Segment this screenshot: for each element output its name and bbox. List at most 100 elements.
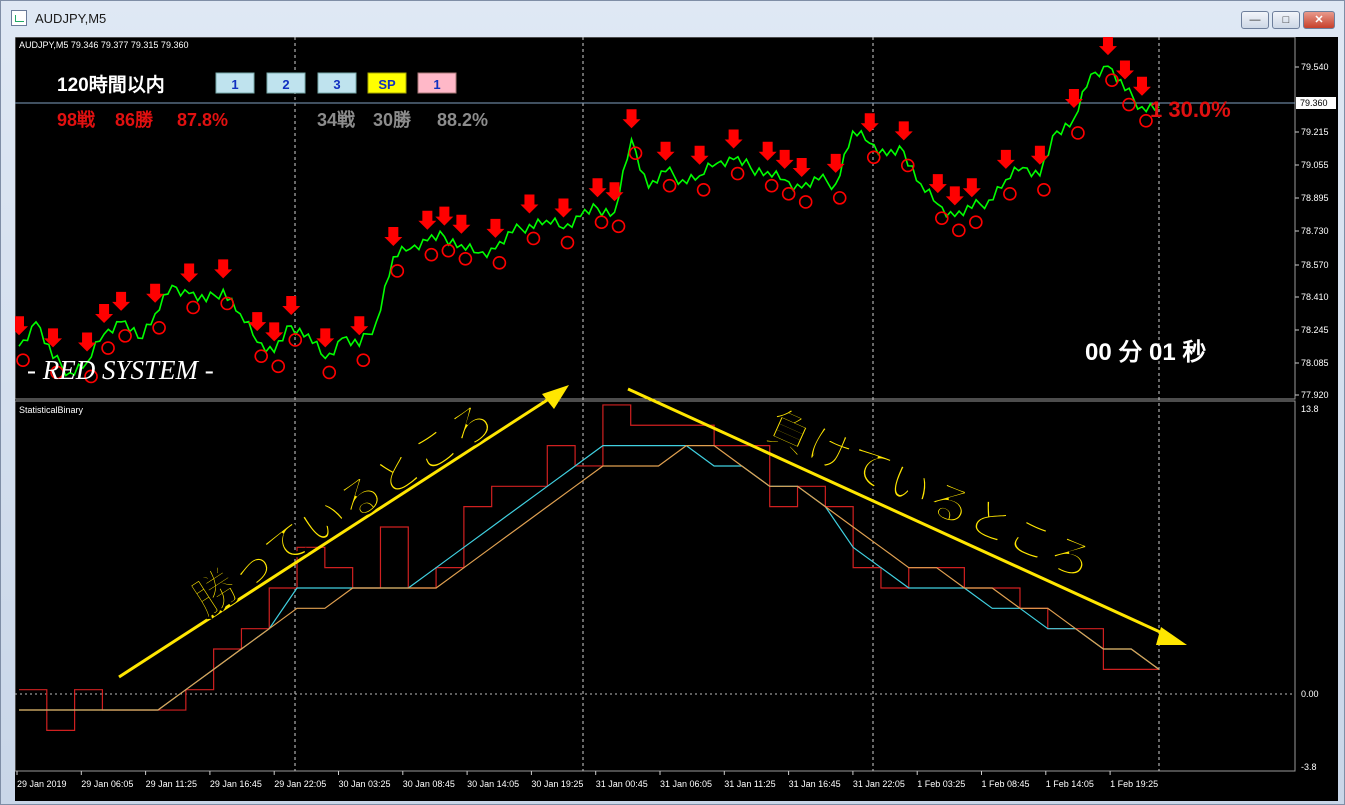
signal-arrow xyxy=(622,109,641,129)
price-tick-label: 78.085 xyxy=(1301,358,1329,368)
signal-arrow xyxy=(1030,145,1049,165)
mode-button-1[interactable]: 1 xyxy=(215,72,255,94)
stat-trades-recent: 34戦 xyxy=(317,109,356,130)
result-circle xyxy=(390,264,405,278)
indicator-series xyxy=(19,404,1160,731)
brand-label: - RED SYSTEM - xyxy=(27,355,214,385)
slow-ma-series xyxy=(19,445,1160,711)
signal-arrow xyxy=(758,141,777,161)
title-bar[interactable]: AUDJPY,M5 — □ ✕ xyxy=(1,1,1344,37)
signal-arrow xyxy=(350,316,369,336)
result-circle xyxy=(662,178,677,193)
down-trend-arrow-line xyxy=(627,387,1172,639)
minimize-button[interactable]: — xyxy=(1241,11,1269,29)
time-tick-label: 1 Feb 08:45 xyxy=(982,779,1030,789)
down-trend-arrowhead xyxy=(1156,627,1187,645)
stat-wins: 86勝 xyxy=(115,109,154,130)
signal-arrow xyxy=(282,295,301,315)
signal-arrow xyxy=(95,304,114,324)
price-tick-label: 79.055 xyxy=(1301,160,1329,170)
result-circle xyxy=(152,320,166,335)
signal-arrow xyxy=(962,178,981,198)
close-button[interactable]: ✕ xyxy=(1303,11,1335,29)
mode-button-1-label: 1 xyxy=(231,77,238,92)
stat-winrate: 87.8% xyxy=(177,110,228,130)
signal-arrow xyxy=(520,194,539,214)
time-tick-label: 1 Feb 03:25 xyxy=(917,779,965,789)
maximize-button[interactable]: □ xyxy=(1272,11,1300,29)
signal-arrow xyxy=(775,149,794,169)
terminal-window: AUDJPY,M5 — □ ✕ 79.540 79.215 79.055 78.895… xyxy=(0,0,1345,805)
price-tick-label: 78.730 xyxy=(1301,226,1329,236)
result-circle xyxy=(832,191,847,205)
time-tick-label: 30 Jan 14:05 xyxy=(467,779,519,789)
result-circle xyxy=(1122,97,1136,112)
current-price-label: 79.360 xyxy=(1300,98,1328,108)
mode-button-sp[interactable]: SP xyxy=(367,72,407,94)
signal-arrow xyxy=(928,174,947,194)
signal-arrow xyxy=(588,178,607,198)
result-circle xyxy=(935,211,949,225)
up-trend-arrowhead xyxy=(542,385,569,409)
sub-axis-label: 0.00 xyxy=(1301,689,1319,699)
result-circle xyxy=(560,235,575,250)
signal-arrow xyxy=(894,121,913,141)
time-axis: 29 Jan 2019 29 Jan 06:05 29 Jan 11:25 29 Ja… xyxy=(16,771,1158,789)
fast-ma-series xyxy=(19,445,1160,711)
mode-button-2[interactable]: 2 xyxy=(266,72,306,94)
time-tick-label: 31 Jan 00:45 xyxy=(596,779,648,789)
signal-arrow xyxy=(112,291,131,311)
signal-arrow xyxy=(792,157,811,177)
right-stat: 1 30.0% xyxy=(1150,97,1231,122)
price-tick-label: 79.215 xyxy=(1301,127,1329,137)
signal-arrow xyxy=(435,206,454,226)
time-tick-label: 29 Jan 11:25 xyxy=(146,779,197,789)
result-circle xyxy=(322,365,337,380)
time-tick-label: 29 Jan 06:05 xyxy=(81,779,133,789)
time-tick-label: 1 Feb 19:25 xyxy=(1110,779,1158,789)
price-tick-label: 79.540 xyxy=(1301,62,1329,72)
signal-arrow xyxy=(452,214,471,234)
result-circle xyxy=(271,359,286,374)
result-circle xyxy=(356,353,371,368)
result-circle xyxy=(101,341,115,355)
result-circle xyxy=(424,247,439,262)
chart-canvas: 79.540 79.215 79.055 78.895 78.730 78.570 78.4… xyxy=(15,37,1336,789)
result-circle xyxy=(594,215,609,230)
signal-arrow xyxy=(945,186,964,206)
time-tick-label: 30 Jan 19:25 xyxy=(531,779,583,789)
stat-winrate-recent: 88.2% xyxy=(437,110,488,130)
sub-axis-label: 13.8 xyxy=(1301,404,1319,414)
sub-axis-label: -3.8 xyxy=(1301,762,1317,772)
result-circle xyxy=(1071,126,1085,140)
time-tick-label: 30 Jan 03:25 xyxy=(339,779,391,789)
result-circle xyxy=(254,349,269,363)
mode-button-sp-label: SP xyxy=(378,77,396,92)
price-tick-label: 78.570 xyxy=(1301,260,1329,270)
result-circle xyxy=(764,178,779,193)
vertical-grid xyxy=(294,37,1160,771)
mode-button-3[interactable]: 3 xyxy=(317,72,357,94)
signal-arrow xyxy=(1132,76,1151,96)
mode-button-pink[interactable]: 1 xyxy=(417,72,457,94)
window-title: AUDJPY,M5 xyxy=(35,11,107,26)
result-circle xyxy=(611,219,626,234)
result-circle xyxy=(866,150,881,165)
signal-arrow xyxy=(486,218,505,238)
price-tick-label: 78.410 xyxy=(1301,292,1329,302)
price-tick-label: 78.245 xyxy=(1301,325,1329,335)
signal-arrow xyxy=(384,226,403,246)
result-circle xyxy=(781,187,796,201)
step-series xyxy=(19,404,1159,731)
result-circle xyxy=(458,251,473,266)
time-tick-label: 31 Jan 22:05 xyxy=(853,779,905,789)
chart-area[interactable]: 79.540 79.215 79.055 78.895 78.730 78.570 78.4… xyxy=(15,37,1338,801)
signal-arrow xyxy=(1098,37,1117,56)
result-circle xyxy=(492,256,507,270)
mode-button-3-label: 3 xyxy=(333,77,340,92)
signal-arrow xyxy=(690,145,709,165)
time-tick-label: 30 Jan 08:45 xyxy=(403,779,455,789)
time-tick-label: 29 Jan 16:45 xyxy=(210,779,262,789)
signal-arrow xyxy=(996,149,1015,169)
signal-arrow xyxy=(265,322,284,342)
